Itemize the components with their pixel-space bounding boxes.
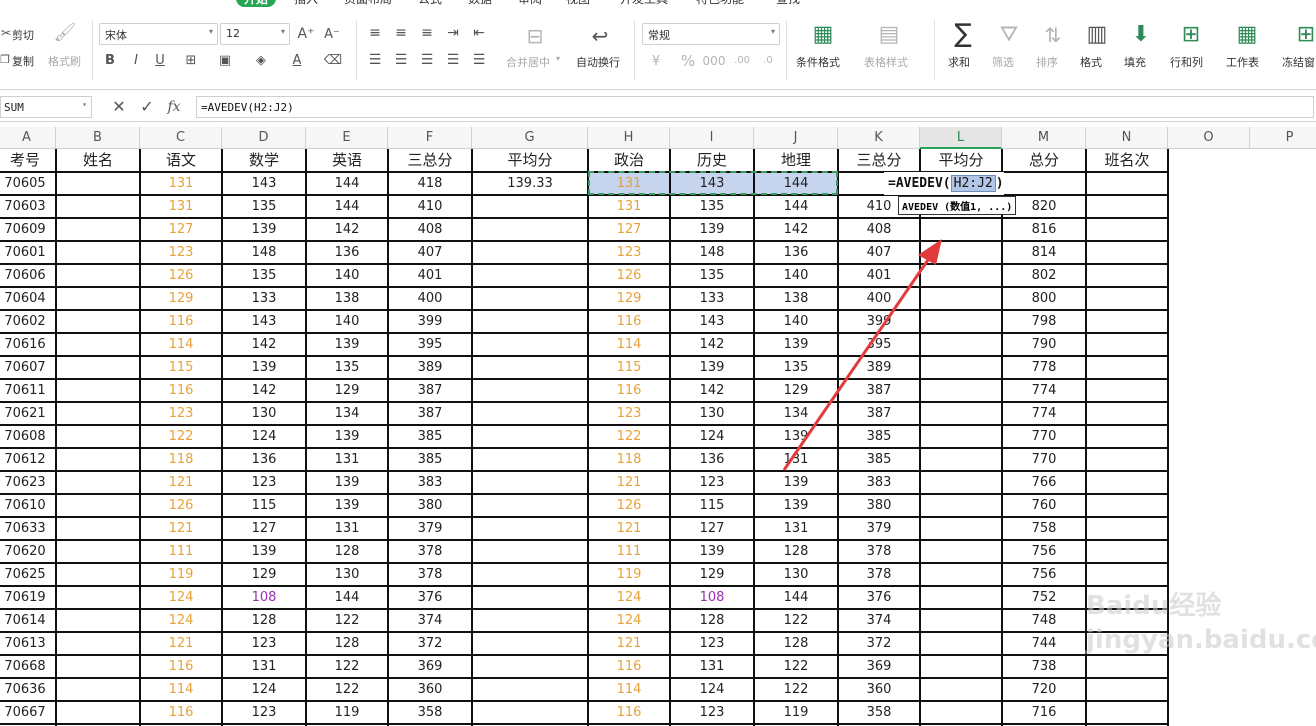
align-top-icon[interactable]: ≡ — [366, 24, 384, 42]
thousands-icon[interactable]: 000 — [703, 52, 726, 70]
sum-button[interactable]: 求和 — [948, 54, 970, 70]
menu-0[interactable]: 开始 — [236, 0, 277, 7]
formula-bar: SUM ▾ ✕ ✓ fx =AVEDEV(H2:J2) — [0, 92, 1316, 122]
arrow-shaft — [782, 256, 932, 471]
cancel-icon[interactable]: ✕ — [110, 98, 128, 116]
cut-button[interactable]: 剪切 — [12, 27, 34, 43]
outdent-icon[interactable]: ⇤ — [470, 24, 488, 42]
border-icon[interactable]: ⊞ — [180, 52, 202, 68]
watermark: Baidu经验 jingyan.baidu.com — [1086, 591, 1316, 655]
freeze-icon[interactable]: ⊞ — [1296, 22, 1316, 48]
sum-icon[interactable]: ∑ — [950, 20, 976, 48]
format-icon[interactable]: ▥ — [1084, 22, 1110, 48]
align-left-icon[interactable]: ☰ — [366, 51, 384, 69]
merge-center-icon[interactable]: ⊟ — [522, 24, 548, 48]
arrow-head — [918, 239, 942, 265]
format-painter-icon[interactable]: 🖌 — [54, 22, 77, 44]
align-bottom-icon[interactable]: ≡ — [418, 24, 436, 42]
copy-button[interactable]: 复制 — [12, 53, 34, 69]
decrease-font-icon[interactable]: A⁻ — [322, 24, 342, 44]
font-size-select[interactable]: 12 ▾ — [220, 23, 290, 45]
font-name-value: 宋体 — [105, 29, 127, 42]
align-right-icon[interactable]: ☰ — [418, 51, 436, 69]
table-style-button[interactable]: 表格样式 — [864, 54, 908, 70]
menu-8[interactable]: 特色功能 — [696, 0, 744, 7]
wrap-text-button[interactable]: 自动换行 — [576, 54, 620, 70]
increase-font-icon[interactable]: A⁺ — [296, 24, 316, 44]
menu-1[interactable]: 插入 — [294, 0, 318, 7]
align-center-icon[interactable]: ☰ — [392, 51, 410, 69]
freeze-button[interactable]: 冻结窗 — [1282, 54, 1315, 70]
format-painter-button[interactable]: 格式刷 — [48, 53, 81, 69]
fill-button[interactable]: 填充 — [1124, 54, 1146, 70]
increase-decimal-icon[interactable]: .00 — [732, 52, 752, 70]
percent-icon[interactable]: % — [678, 52, 698, 70]
conditional-format-button[interactable]: 条件格式 — [796, 54, 840, 70]
menu-7[interactable]: 开发工具 — [620, 0, 668, 7]
currency-icon[interactable]: ¥ — [646, 52, 666, 70]
menu-2[interactable]: 页面布局 — [344, 0, 392, 7]
row-col-icon[interactable]: ⊞ — [1178, 22, 1204, 48]
sort-button[interactable]: 排序 — [1036, 54, 1058, 70]
spreadsheet-window: { "menu": ["开始","插入","页面布局","公式","数据","审… — [0, 0, 1316, 726]
row-col-button[interactable]: 行和列 — [1170, 54, 1203, 70]
indent-icon[interactable]: ⇥ — [444, 24, 462, 42]
menu-4[interactable]: 数据 — [468, 0, 492, 7]
confirm-icon[interactable]: ✓ — [138, 98, 156, 116]
italic-icon[interactable]: I — [128, 52, 144, 68]
font-size-value: 12 — [226, 27, 240, 40]
filter-icon[interactable]: ⛛ — [996, 22, 1022, 48]
sort-icon[interactable]: ⇅ — [1040, 22, 1066, 48]
cell-style-icon[interactable]: ▣ — [214, 52, 236, 68]
ribbon-toolbar: ✂ 剪切 ❐ 复制 🖌 格式刷 宋体 ▾ 12 ▾ A⁺ A⁻ B I U ⊞ ▣ … — [0, 8, 1316, 90]
bold-icon[interactable]: B — [102, 52, 118, 68]
menu-9[interactable]: 查找 — [776, 0, 800, 7]
format-button[interactable]: 格式 — [1080, 54, 1102, 70]
worksheet-grid[interactable]: A B C D E F G H I J K L M N O P 考号 姓名 语文 数学 英语 三总分 平均分 政治 历史 地理 三总… — [0, 127, 1316, 726]
font-name-select[interactable]: 宋体 ▾ — [99, 23, 218, 45]
menu-5[interactable]: 审阅 — [518, 0, 542, 7]
formula-input[interactable]: =AVEDEV(H2:J2) — [196, 96, 1314, 118]
align-middle-icon[interactable]: ≡ — [392, 24, 410, 42]
conditional-format-icon[interactable]: ▦ — [810, 22, 836, 48]
underline-icon[interactable]: U — [152, 52, 168, 68]
copy-icon[interactable]: ❐ — [0, 52, 10, 66]
number-format-select[interactable]: 常规 ▾ — [642, 23, 780, 45]
fx-icon[interactable]: fx — [164, 98, 184, 116]
decrease-decimal-icon[interactable]: .0 — [758, 52, 778, 70]
filter-button[interactable]: 筛选 — [992, 54, 1014, 70]
scissors-icon[interactable]: ✂ — [0, 26, 12, 40]
menu-bar: 开始 插入 页面布局 公式 数据 审阅 视图 开发工具 特色功能 查找 — [0, 0, 1316, 8]
menu-3[interactable]: 公式 — [418, 0, 442, 7]
menu-6[interactable]: 视图 — [566, 0, 590, 7]
name-box-value: SUM — [4, 101, 24, 114]
table-style-icon[interactable]: ▤ — [876, 22, 902, 48]
wrap-text-icon[interactable]: ↩ — [586, 24, 614, 48]
distributed-icon[interactable]: ☰ — [470, 51, 488, 69]
merge-center-button[interactable]: 合并居中 — [506, 54, 550, 70]
name-box[interactable]: SUM ▾ — [0, 96, 92, 118]
fill-icon[interactable]: ⬇ — [1128, 22, 1154, 48]
fill-color-icon[interactable]: ◈ — [250, 52, 272, 68]
worksheet-button[interactable]: 工作表 — [1226, 54, 1259, 70]
worksheet-icon[interactable]: ▦ — [1234, 22, 1260, 48]
clear-icon[interactable]: ⌫ — [322, 52, 344, 68]
number-format-value: 常规 — [648, 29, 670, 42]
justify-icon[interactable]: ☰ — [444, 51, 462, 69]
font-color-icon[interactable]: A — [286, 52, 308, 68]
